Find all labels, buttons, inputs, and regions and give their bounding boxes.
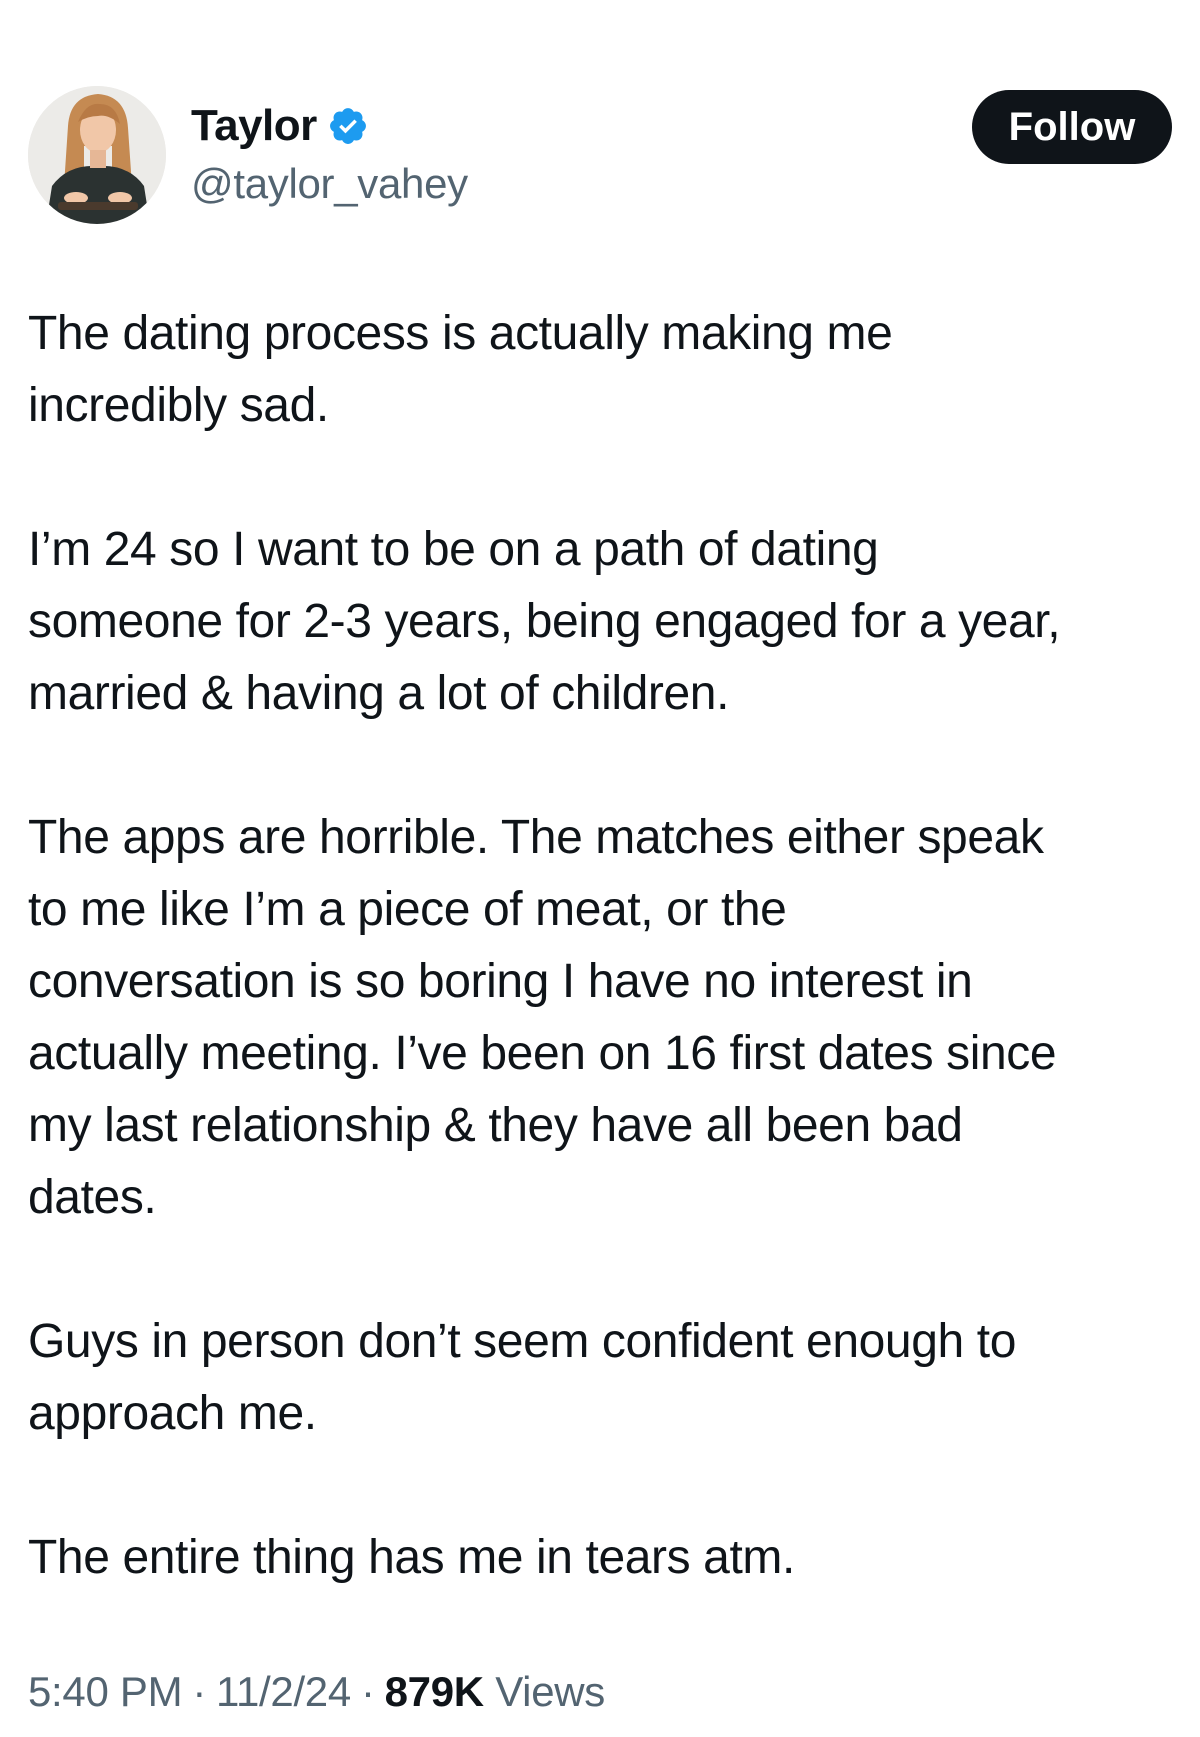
tweet-header: Taylor @taylor_vahey Follow	[28, 86, 1172, 226]
follow-button[interactable]: Follow	[972, 90, 1172, 164]
tweet-paragraph: The dating process is actually making me…	[28, 307, 893, 432]
tweet-date[interactable]: 11/2/24	[216, 1668, 351, 1715]
author-handle[interactable]: @taylor_vahey	[191, 160, 468, 208]
tweet-paragraph: The entire thing has me in tears atm.	[28, 1531, 795, 1584]
name-row: Taylor	[191, 98, 468, 154]
tweet-paragraph: I’m 24 so I want to be on a path of dati…	[28, 523, 1061, 720]
tweet: Taylor @taylor_vahey Follow The dating p…	[0, 0, 1200, 1737]
avatar[interactable]	[28, 86, 166, 224]
tweet-time[interactable]: 5:40 PM	[28, 1668, 183, 1715]
tweet-metadata: 5:40 PM · 11/2/24 · 879K Views	[28, 1668, 605, 1716]
meta-separator: ·	[192, 1668, 207, 1715]
profile-photo-icon	[28, 86, 166, 224]
meta-separator: ·	[360, 1668, 375, 1715]
display-name[interactable]: Taylor	[191, 101, 317, 151]
tweet-paragraph: The apps are horrible. The matches eithe…	[28, 811, 1057, 1224]
tweet-paragraph: Guys in person don’t seem confident enou…	[28, 1315, 1016, 1440]
views-count[interactable]: 879K	[385, 1668, 485, 1715]
verified-badge-icon[interactable]	[327, 105, 369, 147]
author-identity: Taylor @taylor_vahey	[191, 98, 468, 208]
tweet-text: The dating process is actually making me…	[28, 298, 1178, 1594]
views-label[interactable]: Views	[495, 1668, 605, 1715]
